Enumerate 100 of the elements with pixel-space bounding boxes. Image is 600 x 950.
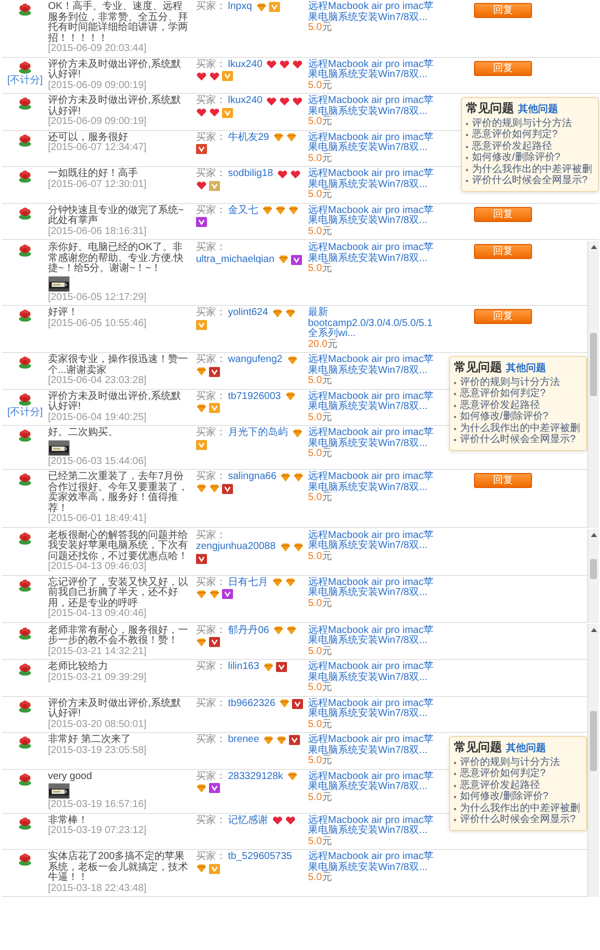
reply-button[interactable]: 回复 — [474, 3, 532, 18]
reply-button[interactable]: 回复 — [474, 60, 532, 76]
buyer-link[interactable]: tb9662326 — [228, 698, 276, 709]
currency-unit: 元 — [322, 683, 332, 694]
buyer-link[interactable]: lkux240 — [228, 60, 262, 70]
faq-link[interactable]: 评价什么时候会全网显示? — [454, 434, 583, 446]
product-link[interactable]: 远程Macbook air pro imac苹果电脑系统安装Win7/8双... — [308, 243, 440, 264]
product-link[interactable]: 远程Macbook air pro imac苹果电脑系统安装Win7/8双... — [308, 428, 440, 449]
product-link[interactable]: 远程Macbook air pro imac苹果电脑系统安装Win7/8双... — [308, 816, 440, 836]
diamond-icon — [196, 590, 207, 598]
buyer-link[interactable]: 283329128k — [228, 772, 284, 782]
product-link[interactable]: 远程Macbook air pro imac苹果电脑系统安装Win7/8双... — [308, 96, 440, 117]
product-link[interactable]: 远程Macbook air pro imac苹果电脑系统安装Win7/8双... — [308, 735, 440, 756]
not-counted-label: [不计分] — [7, 76, 43, 86]
faq-link[interactable]: 评价什么时候会全网显示? — [454, 814, 583, 826]
faq-link[interactable]: 恶意评价如何判定? — [454, 768, 583, 780]
product-link[interactable]: 远程Macbook air pro imac苹果电脑系统安装Win7/8双... — [308, 355, 440, 376]
other-questions-link[interactable]: 其他问题 — [506, 744, 546, 754]
price-value: 5.0 — [308, 683, 322, 694]
product-link[interactable]: 远程Macbook air pro imac苹果电脑系统安装Win7/8双... — [308, 60, 440, 80]
faq-link[interactable]: 恶意评价发起路径 — [454, 780, 583, 791]
review-text: 分钟快速且专业的做完了系统~此处有掌声 — [48, 206, 185, 226]
buyer-label: 买家： — [196, 206, 226, 216]
product-link[interactable]: 远程Macbook air pro imac苹果电脑系统安装Win7/8双... — [308, 206, 440, 226]
scrollbar[interactable] — [587, 241, 599, 528]
scrollbar[interactable] — [587, 624, 599, 897]
product-link[interactable]: 远程Macbook air pro imac苹果电脑系统安装Win7/8双... — [308, 698, 440, 720]
buyer-link[interactable]: tb71926003 — [228, 392, 281, 402]
buyer-link[interactable]: 日有七月 — [228, 578, 268, 588]
buyer-link[interactable]: 郁丹丹06 — [228, 626, 270, 636]
reply-button[interactable]: 回复 — [474, 206, 532, 222]
diamond-icon — [209, 590, 220, 598]
product-link[interactable]: 远程Macbook air pro imac苹果电脑系统安装Win7/8双... — [308, 392, 440, 412]
faq-link[interactable]: 恶意评价发起路径 — [454, 400, 583, 411]
faq-link[interactable]: 为什么我作出的中差评被删 — [454, 422, 583, 434]
review-date: [2015-03-19 07:23:12] — [48, 826, 146, 836]
review-date: [2015-06-05 10:55:46] — [48, 318, 146, 329]
faq-link[interactable]: 为什么我作出的中差评被删 — [454, 802, 583, 814]
review-date: [2015-06-09 09:00:19] — [48, 117, 146, 128]
faq-link[interactable]: 恶意评价如何判定? — [454, 388, 583, 400]
buyer-link[interactable]: salingna66 — [228, 472, 276, 482]
buyer-link[interactable]: lkux240 — [228, 96, 262, 106]
faq-link[interactable]: 评价的规则与计分方法 — [454, 756, 583, 768]
product-link[interactable]: 远程Macbook air pro imac苹果电脑系统安装Win7/8双... — [308, 132, 440, 154]
buyer-link[interactable]: sodbilig18 — [228, 169, 274, 180]
price-value: 5.0 — [308, 154, 322, 164]
reply-button[interactable]: 回复 — [474, 309, 532, 324]
faq-link[interactable]: 为什么我作出的中差评被删 — [466, 164, 595, 175]
buyer-link[interactable]: ultra_michaelqian — [196, 254, 274, 265]
faq-link[interactable]: 如何修改/删除评价? — [454, 791, 583, 802]
product-link[interactable]: 远程Macbook air pro imac苹果电脑系统安装Win7/8双... — [308, 852, 440, 873]
other-questions-link[interactable]: 其他问题 — [506, 364, 546, 374]
buyer-link[interactable]: 金又七 — [228, 206, 258, 216]
currency-unit: 元 — [322, 264, 332, 274]
diamond-icon — [196, 367, 207, 376]
review-date: [2015-06-07 12:34:47] — [48, 143, 146, 154]
review-date: [2015-06-03 15:44:06] — [48, 456, 146, 467]
diamond-icon — [263, 736, 274, 745]
faq-link[interactable]: 评价的规则与计分方法 — [454, 376, 583, 388]
product-link[interactable]: 远程Macbook air pro imac苹果电脑系统安装Win7/8双... — [308, 772, 440, 792]
currency-unit: 元 — [322, 873, 332, 884]
buyer-link[interactable]: tb_529605735 — [228, 852, 292, 862]
faq-link[interactable]: 评价的规则与计分方法 — [466, 118, 595, 129]
faq-link[interactable]: 评价什么时候会全网显示? — [466, 175, 595, 186]
buyer-link[interactable]: brenee — [228, 735, 260, 746]
buyer-link[interactable]: wangufeng2 — [228, 355, 282, 366]
product-link[interactable]: 最新bootcamp2.0/3.0/4.0/5.0/5.1全系列wi... — [308, 308, 440, 340]
review-date: [2015-06-01 18:49:41] — [48, 514, 146, 524]
buyer-link[interactable]: 月光下的岛屿 — [228, 428, 288, 438]
buyer-label: 买家： — [196, 662, 226, 672]
faq-link[interactable]: 恶意评价发起路径 — [466, 140, 595, 152]
product-link[interactable]: 远程Macbook air pro imac苹果电脑系统安装Win7/8双... — [308, 530, 440, 552]
price-value: 5.0 — [308, 646, 322, 657]
heart-icon — [196, 72, 207, 80]
buyer-link[interactable]: 牛机友29 — [228, 132, 270, 143]
price-value: 5.0 — [308, 412, 322, 423]
faq-link[interactable]: 恶意评价如何判定? — [466, 129, 595, 140]
diamond-icon — [196, 784, 207, 792]
buyer-link[interactable]: lnpxq — [228, 2, 252, 12]
faq-link[interactable]: 如何修改/删除评价? — [454, 411, 583, 422]
buyer-link[interactable]: lilin163 — [228, 662, 260, 672]
reply-button[interactable]: 回复 — [474, 473, 532, 488]
reply-button[interactable]: 回复 — [474, 244, 532, 259]
price-value: 5.0 — [308, 720, 322, 730]
product-link[interactable]: 远程Macbook air pro imac苹果电脑系统安装Win7/8双... — [308, 578, 440, 598]
product-link[interactable]: 远程Macbook air pro imac苹果电脑系统安装Win7/8双... — [308, 626, 440, 646]
product-link[interactable]: 远程Macbook air pro imac苹果电脑系统安装Win7/8双... — [308, 169, 440, 190]
buyer-link[interactable]: yolint624 — [228, 308, 268, 318]
product-link[interactable]: 远程Macbook air pro imac苹果电脑系统安装Win7/8双... — [308, 662, 440, 683]
other-questions-link[interactable]: 其他问题 — [518, 105, 558, 116]
product-link[interactable]: 远程Macbook air pro imac苹果电脑系统安装Win7/8双... — [308, 2, 440, 23]
buyer-link[interactable]: 记忆感谢 — [228, 816, 268, 826]
product-link[interactable]: 远程Macbook air pro imac苹果电脑系统安装Win7/8双... — [308, 472, 440, 493]
scrollbar[interactable] — [587, 528, 599, 622]
buyer-label: 买家： — [196, 698, 226, 709]
flower-icon — [18, 532, 32, 544]
buyer-link[interactable]: zengjunhua20088 — [196, 542, 276, 552]
buyer-label: 买家： — [196, 428, 226, 438]
faq-link[interactable]: 如何修改/删除评价? — [466, 152, 595, 164]
flower-icon — [18, 473, 32, 486]
